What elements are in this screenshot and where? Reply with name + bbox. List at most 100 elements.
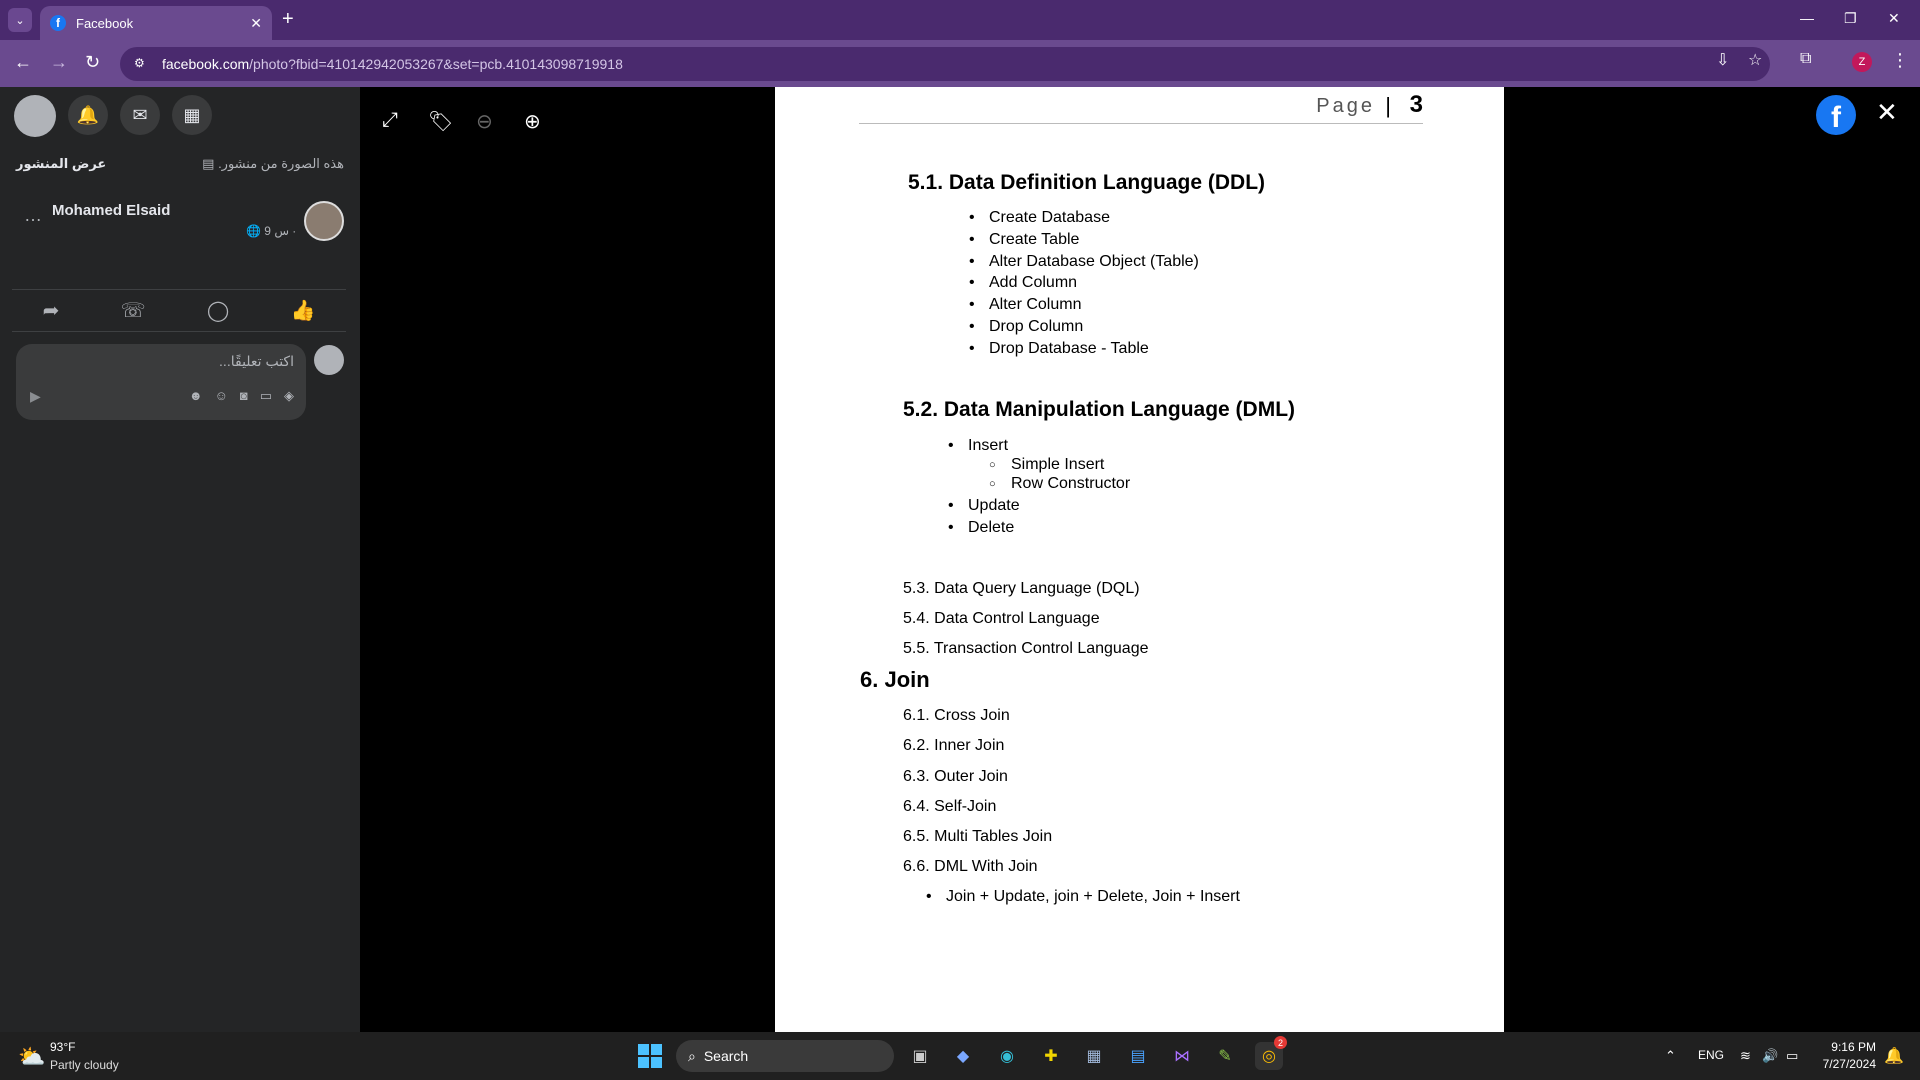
sticky-app-icon[interactable]: ✎ [1211, 1042, 1239, 1070]
post-actions: ➦ ☏ ◯ 👍 [12, 298, 346, 323]
windows-taskbar: ⛅ 93°F Partly cloudy ⌕ Search ▣ ◆ ◉ ✚ ▦ … [0, 1032, 1920, 1080]
profile-avatar[interactable]: Z [1852, 52, 1872, 72]
view-post-link[interactable]: عرض المنشور [16, 156, 106, 172]
facebook-favicon-icon: f [50, 15, 66, 31]
document-page: Page | 3 5.1. Data Definition Language (… [775, 87, 1504, 1032]
zoom-out-icon[interactable]: ⊖ [476, 109, 493, 134]
visual-studio-icon[interactable]: ⋈ [1168, 1042, 1196, 1070]
bookmark-star-icon[interactable]: ☆ [1748, 50, 1762, 70]
join-heading: 6. Join [860, 667, 930, 692]
tab-close-icon[interactable]: ✕ [250, 15, 262, 32]
author-name[interactable]: Mohamed Elsaid [52, 202, 170, 219]
sub-list-item: Row Constructor [989, 475, 1130, 493]
clock-date: 7/27/2024 [1822, 1057, 1876, 1071]
page-header: Page | 3 [859, 87, 1423, 124]
sub-list-item: Simple Insert [989, 456, 1104, 474]
my-profile-avatar[interactable] [14, 95, 56, 137]
send-icon[interactable]: ▶ [30, 388, 41, 405]
browser-tab-strip: ⌄ f Facebook ✕ + — ❐ ✕ [0, 0, 1920, 40]
volume-icon[interactable]: 🔊 [1762, 1048, 1778, 1064]
author-avatar[interactable] [304, 201, 344, 241]
wifi-icon[interactable]: ≋ [1740, 1048, 1751, 1064]
list-item: Alter Column [969, 296, 1082, 314]
list-item: Create Table [969, 231, 1080, 249]
join-line: 6.6. DML With Join [903, 858, 1038, 875]
menu-grid-icon[interactable]: ▦ [172, 95, 212, 135]
ddl-heading: 5.1. Data Definition Language (DDL) [908, 171, 1266, 194]
window-close-icon[interactable]: ✕ [1888, 10, 1900, 27]
list-item: Delete [948, 519, 1014, 537]
plus-app-icon[interactable]: ✚ [1037, 1042, 1065, 1070]
battery-icon[interactable]: ▭ [1786, 1048, 1798, 1064]
tab-facebook[interactable]: f Facebook ✕ [40, 6, 272, 40]
comment-tools: ☻ ☺ ◙ ▭ ◈ [189, 388, 294, 404]
messenger-icon[interactable]: ✉ [120, 95, 160, 135]
weather-description[interactable]: Partly cloudy [50, 1058, 119, 1072]
commenter-avatar [314, 345, 344, 375]
extensions-icon[interactable]: ⧉ [1800, 50, 1811, 68]
avatar-sticker-icon[interactable]: ☻ [189, 388, 203, 404]
join-line: 6.3. Outer Join [903, 768, 1008, 785]
page-number: 3 [1409, 91, 1423, 118]
fullscreen-icon[interactable]: ⤢ [382, 109, 398, 132]
notifications-bell-icon[interactable]: 🔔 [68, 95, 108, 135]
browser-toolbar: ← → ↻ ⚙ facebook.com /photo?fbid=4101429… [0, 40, 1920, 87]
language-indicator[interactable]: ENG [1698, 1048, 1724, 1062]
list-item: Insert [948, 437, 1008, 455]
list-item: Drop Column [969, 318, 1083, 336]
sticker-icon[interactable]: ◈ [284, 388, 294, 404]
emoji-icon[interactable]: ☺ [215, 388, 228, 404]
chrome-menu-icon[interactable]: ⋮ [1891, 50, 1909, 71]
photo-from-post-note: هذه الصورة من منشور. ▤ [202, 156, 344, 172]
page-label: Page [1316, 95, 1375, 117]
clock-time: 9:16 PM [1831, 1040, 1876, 1054]
taskbar-search[interactable]: ⌕ Search [676, 1040, 894, 1072]
post-options-icon[interactable]: … [24, 205, 42, 226]
list-item: Update [948, 497, 1019, 515]
url-path: /photo?fbid=410142942053267&set=pcb.4101… [249, 56, 623, 72]
post-time: 🌐 9 س · [246, 224, 296, 238]
notification-center-icon[interactable]: 🔔 [1884, 1046, 1904, 1066]
edge-icon[interactable]: ◉ [993, 1042, 1021, 1070]
header-icons: 🔔 ✉ ▦ [14, 95, 212, 137]
start-windows-icon[interactable] [638, 1044, 662, 1068]
facebook-logo-icon[interactable]: f [1816, 95, 1856, 135]
task-view-icon[interactable]: ▣ [906, 1042, 934, 1070]
weather-temperature[interactable]: 93°F [50, 1040, 75, 1054]
dml-heading: 5.2. Data Manipulation Language (DML) [903, 398, 1296, 421]
back-icon[interactable]: ← [14, 52, 32, 73]
chrome-taskbar-icon[interactable]: ◎ 2 [1255, 1036, 1287, 1070]
new-tab-button[interactable]: + [282, 8, 294, 31]
dql-line: 5.3. Data Query Language (DQL) [903, 580, 1140, 597]
restore-icon[interactable]: ❐ [1844, 10, 1857, 27]
list-item: Add Column [969, 274, 1077, 292]
address-bar[interactable]: ⚙ facebook.com /photo?fbid=4101429420532… [120, 47, 1770, 81]
calculator-icon[interactable]: ▦ [1080, 1042, 1108, 1070]
store-icon[interactable]: ▤ [1124, 1042, 1152, 1070]
comment-icon[interactable]: ◯ [207, 298, 229, 323]
tray-chevron-icon[interactable]: ⌃ [1665, 1048, 1676, 1064]
reload-icon[interactable]: ↻ [85, 52, 100, 73]
minimize-icon[interactable]: — [1800, 10, 1814, 26]
camera-icon[interactable]: ◙ [240, 388, 248, 404]
install-app-icon[interactable]: ⇩ [1716, 50, 1729, 70]
post-side-panel: 🔔 ✉ ▦ عرض المنشور هذه الصورة من منشور. ▤… [0, 87, 360, 1032]
forward-icon[interactable]: → [50, 52, 68, 73]
site-settings-icon[interactable]: ⚙ [134, 56, 150, 72]
copilot-icon[interactable]: ◆ [949, 1042, 977, 1070]
post-time-text: 9 س · [264, 224, 297, 238]
zoom-in-icon[interactable]: ⊕ [524, 109, 541, 134]
tab-search-chevron-icon[interactable]: ⌄ [8, 8, 32, 32]
share-icon[interactable]: ➦ [43, 298, 60, 323]
system-clock[interactable]: 9:16 PM 7/27/2024 [1820, 1040, 1876, 1071]
dcl-line: 5.4. Data Control Language [903, 610, 1100, 627]
comment-input[interactable]: اكتب تعليقًا... ▶ ☻ ☺ ◙ ▭ ◈ [16, 344, 306, 420]
close-viewer-icon[interactable]: ✕ [1876, 97, 1898, 128]
tag-icon[interactable]: 🏷 [428, 109, 453, 134]
gif-icon[interactable]: ▭ [260, 388, 272, 404]
join-line: 6.5. Multi Tables Join [903, 828, 1053, 845]
like-icon[interactable]: 👍 [290, 298, 315, 323]
whatsapp-icon[interactable]: ☏ [121, 298, 146, 323]
weather-cloud-icon[interactable]: ⛅ [18, 1044, 45, 1070]
tcl-line: 5.5. Transaction Control Language [903, 640, 1149, 657]
